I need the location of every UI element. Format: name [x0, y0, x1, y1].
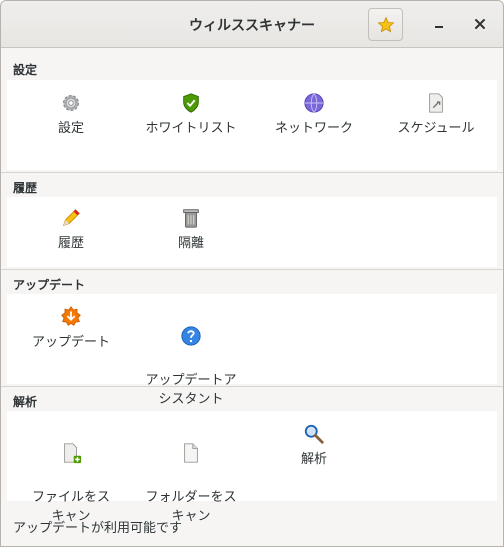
update-label: アップデート — [31, 335, 110, 350]
settings-label: 設定 — [57, 121, 84, 136]
network-globe-icon — [304, 93, 324, 113]
divider — [1, 269, 503, 270]
shield-check-icon — [183, 93, 199, 113]
section-heading-analysis: 解析 — [13, 395, 38, 409]
document-icon — [184, 443, 198, 463]
settings-item[interactable]: 設定 — [7, 92, 135, 138]
section-history: 履歴 隔離 — [7, 197, 497, 267]
window-title: ウィルススキャナー — [189, 18, 315, 34]
titlebar: ウィルススキャナー — [1, 1, 503, 48]
analysis-label: 解析 — [300, 452, 327, 467]
section-analysis: ファイルをス キャン フォルダーをス キャン 解析 — [7, 411, 497, 524]
trash-icon — [183, 209, 199, 228]
update-badge-icon — [61, 306, 81, 326]
file-add-icon — [64, 443, 82, 464]
network-label: ネットワーク — [274, 121, 353, 136]
section-settings: 設定 ホワイトリスト ネットワーク スケジュール — [7, 80, 497, 170]
scan-file-item[interactable]: ファイルをス キャン — [7, 423, 135, 526]
history-label: 履歴 — [57, 236, 84, 251]
section-heading-settings: 設定 — [13, 63, 38, 77]
update-assistant-item[interactable]: アップデートア シスタント — [127, 306, 255, 409]
schedule-item[interactable]: スケジュール — [372, 92, 500, 138]
quarantine-item[interactable]: 隔離 — [127, 207, 255, 253]
close-icon — [475, 19, 485, 29]
update-item[interactable]: アップデート — [7, 306, 135, 352]
favorite-button[interactable] — [368, 8, 403, 41]
analysis-item[interactable]: 解析 — [250, 423, 378, 469]
gear-icon — [62, 94, 80, 112]
quarantine-label: 隔離 — [177, 236, 204, 251]
pencil-icon — [62, 209, 80, 227]
schedule-label: スケジュール — [397, 121, 475, 136]
divider — [1, 172, 503, 173]
star-icon — [377, 16, 394, 33]
update-assistant-label: アップデートア シスタント — [145, 373, 237, 407]
help-icon — [181, 326, 201, 346]
network-item[interactable]: ネットワーク — [250, 92, 378, 138]
whitelist-item[interactable]: ホワイトリスト — [127, 92, 255, 138]
magnifier-icon — [304, 424, 324, 444]
section-heading-update: アップデート — [13, 278, 86, 292]
history-item[interactable]: 履歴 — [7, 207, 135, 253]
scan-folder-item[interactable]: フォルダーをス キャン — [127, 423, 255, 526]
whitelist-label: ホワイトリスト — [145, 121, 237, 136]
divider — [1, 386, 503, 387]
section-update: アップデート アップデートア シスタント — [7, 294, 497, 407]
schedule-document-icon — [429, 93, 443, 113]
section-heading-history: 履歴 — [13, 181, 38, 195]
app-window: ウィルススキャナー 設定 設定 ホワイトリスト ネットワーク スケジュール 履歴… — [0, 0, 504, 547]
close-button[interactable] — [471, 15, 489, 33]
minimize-button[interactable] — [431, 15, 447, 33]
status-text: アップデートが利用可能です — [13, 521, 183, 536]
